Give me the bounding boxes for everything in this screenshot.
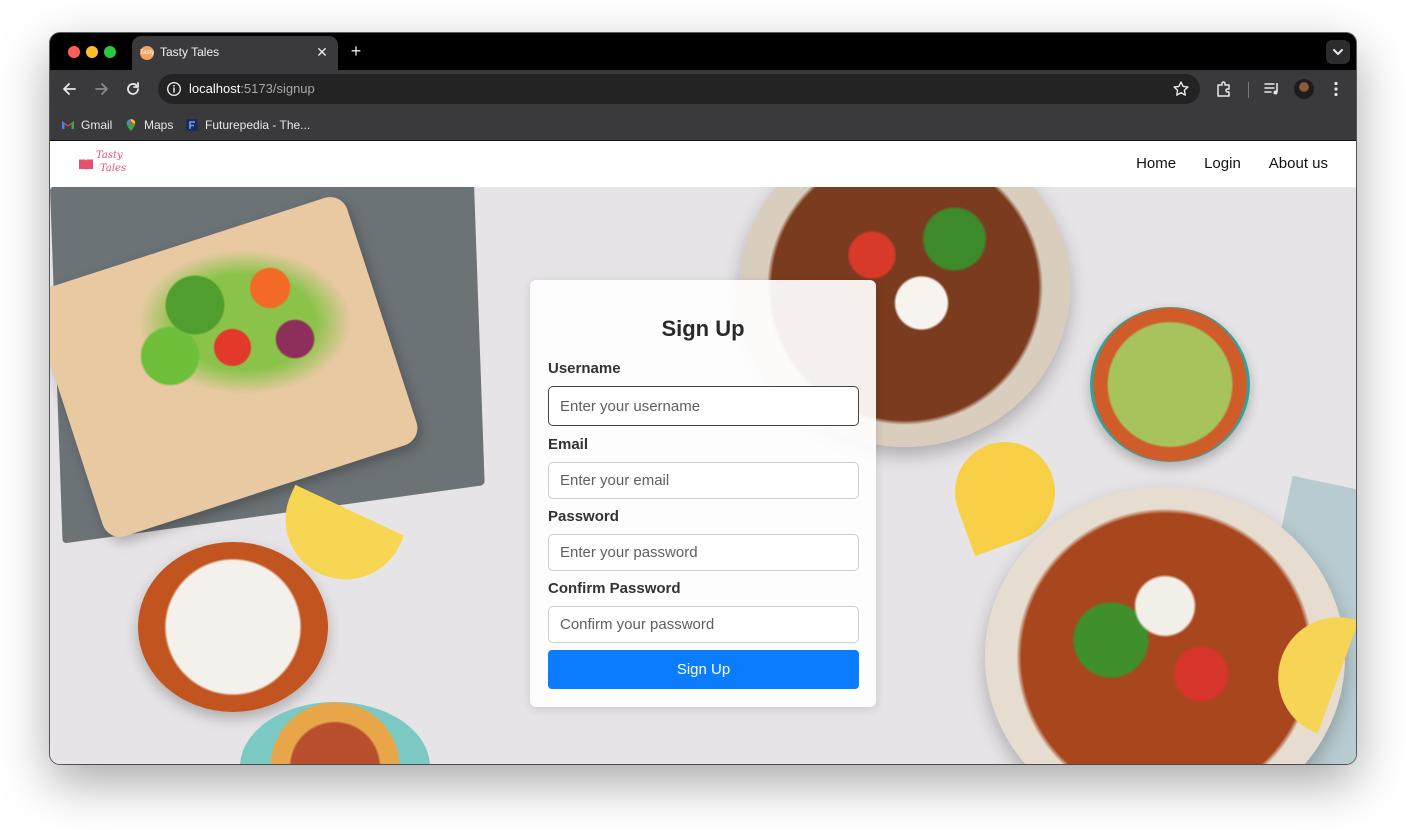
signup-form: Sign Up Username Email Password Confirm …	[530, 280, 876, 707]
username-input[interactable]	[548, 386, 859, 426]
tab-search-button[interactable]	[1326, 40, 1350, 64]
tab-title: Tasty Tales	[160, 45, 220, 59]
back-icon[interactable]	[60, 79, 80, 99]
nav-link-home[interactable]: Home	[1136, 155, 1176, 172]
chopped-vegetables	[120, 237, 370, 407]
bean-bowl	[240, 702, 430, 764]
favicon-icon: Tasty	[140, 46, 154, 60]
url-path: :5173/signup	[240, 81, 315, 96]
futurepedia-icon	[186, 119, 198, 131]
extensions-icon[interactable]	[1214, 79, 1234, 99]
password-label: Password	[548, 508, 619, 525]
site-logo[interactable]: Tasty Tales	[78, 149, 126, 179]
bookmark-label: Maps	[144, 118, 174, 132]
address-bar[interactable]: localhost:5173/signup	[158, 74, 1200, 104]
guacamole-bowl	[1090, 307, 1250, 462]
close-window-button[interactable]	[68, 46, 80, 58]
bookmark-futurepedia[interactable]: Futurepedia - The...	[185, 116, 310, 134]
reload-icon[interactable]	[123, 79, 143, 99]
close-icon[interactable]: ✕	[314, 44, 330, 60]
url-host: localhost	[189, 81, 241, 96]
confirm-password-label: Confirm Password	[548, 580, 681, 597]
bookmark-gmail[interactable]: Gmail	[61, 116, 112, 134]
password-input[interactable]	[548, 534, 859, 571]
plus-icon[interactable]: +	[346, 41, 366, 61]
maximize-window-button[interactable]	[104, 46, 116, 58]
web-page: Tasty Tales Home Login About us Sign Up …	[50, 141, 1356, 764]
toolbar-divider	[1248, 82, 1249, 98]
minimize-window-button[interactable]	[86, 46, 98, 58]
chevron-down-icon	[1333, 49, 1343, 55]
signup-button[interactable]: Sign Up	[548, 650, 859, 689]
forward-icon[interactable]	[91, 79, 111, 99]
nav-links: Home Login About us	[1136, 155, 1328, 172]
bookmark-label: Futurepedia - The...	[205, 118, 311, 132]
yogurt-dip-bowl	[138, 542, 328, 712]
more-icon[interactable]	[1326, 79, 1346, 99]
username-label: Username	[548, 360, 621, 377]
browser-tab[interactable]: Tasty Tasty Tales ✕	[132, 36, 338, 70]
form-title: Sign Up	[661, 316, 745, 341]
browser-window: Tasty Tasty Tales ✕ + localhost:5173/sig…	[50, 33, 1356, 764]
email-input[interactable]	[548, 462, 859, 499]
hero-background: Sign Up Username Email Password Confirm …	[50, 187, 1356, 764]
gmail-icon	[62, 121, 74, 129]
browser-toolbar: localhost:5173/signup	[50, 70, 1356, 108]
nav-link-login[interactable]: Login	[1204, 155, 1241, 172]
star-icon[interactable]	[1172, 80, 1190, 98]
site-navbar: Tasty Tales Home Login About us	[50, 141, 1356, 187]
nav-link-about[interactable]: About us	[1269, 155, 1328, 172]
bookmark-maps[interactable]: Maps	[124, 116, 173, 134]
logo-line: Tasty	[96, 150, 123, 161]
logo-line: Tales	[100, 163, 127, 174]
info-icon[interactable]	[166, 81, 182, 97]
bookmark-label: Gmail	[81, 118, 113, 132]
tab-strip: Tasty Tasty Tales ✕ +	[50, 33, 1356, 70]
confirm-password-input[interactable]	[548, 606, 859, 643]
media-icon[interactable]	[1262, 79, 1282, 99]
url-text: localhost:5173/signup	[189, 81, 315, 96]
logo-text: Tasty Tales	[96, 149, 126, 175]
bookmarks-bar: Gmail Maps Futurepedia - The...	[50, 108, 1356, 141]
maps-icon	[126, 119, 136, 131]
email-label: Email	[548, 436, 589, 453]
book-icon	[79, 159, 93, 171]
profile-avatar[interactable]	[1294, 79, 1314, 99]
